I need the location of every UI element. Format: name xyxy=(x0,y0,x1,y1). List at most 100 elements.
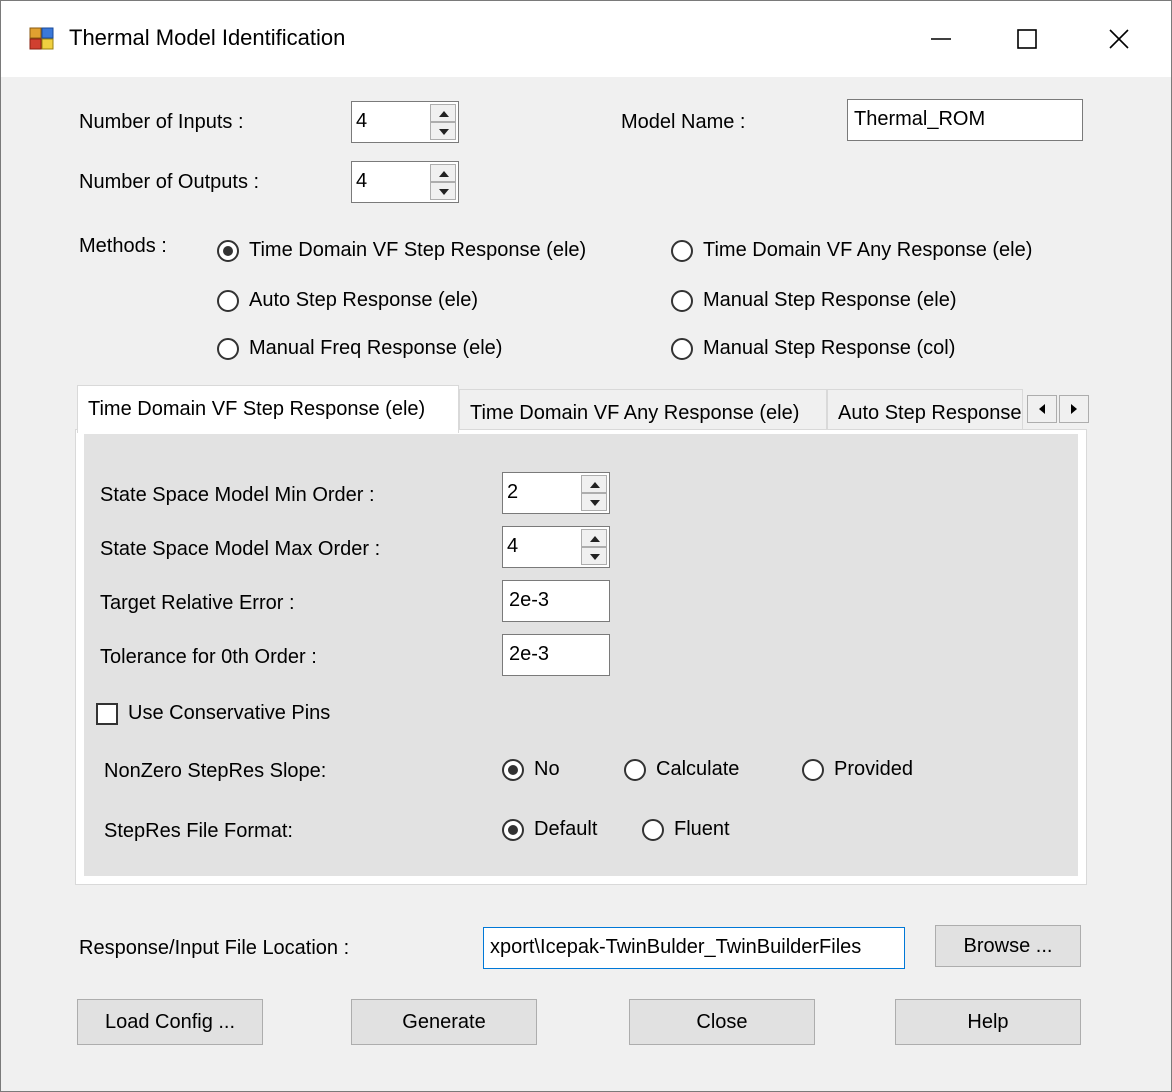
spin-up-button[interactable] xyxy=(430,104,456,122)
arrow-right-icon xyxy=(1071,404,1077,414)
num-outputs-label: Number of Outputs : xyxy=(79,171,260,193)
generate-button[interactable]: Generate xyxy=(351,999,537,1045)
tab-label: Time Domain VF Any Response (ele) xyxy=(470,402,800,424)
tab-panel: State Space Model Min Order : 2 State Sp… xyxy=(75,429,1087,885)
max-order-value: 4 xyxy=(507,535,519,557)
spin-up-button[interactable] xyxy=(581,475,607,493)
format-radio-fluent[interactable]: Fluent xyxy=(642,818,730,841)
methods-label: Methods : xyxy=(79,235,167,257)
load-config-button[interactable]: Load Config ... xyxy=(77,999,263,1045)
radio-unselected-icon xyxy=(671,337,693,360)
arrow-up-icon xyxy=(439,171,449,177)
maximize-icon xyxy=(1017,29,1037,49)
spin-down-button[interactable] xyxy=(581,547,607,565)
radio-unselected-icon xyxy=(642,818,664,841)
spin-down-button[interactable] xyxy=(581,493,607,511)
model-name-label: Model Name : xyxy=(621,111,746,133)
tolerance-label: Tolerance for 0th Order : xyxy=(100,646,317,668)
num-inputs-value: 4 xyxy=(356,110,368,132)
window-title: Thermal Model Identification xyxy=(69,25,346,50)
close-button[interactable]: Close xyxy=(629,999,815,1045)
radio-label: Manual Step Response (ele) xyxy=(703,289,957,311)
min-order-value: 2 xyxy=(507,481,519,503)
model-name-value: Thermal_ROM xyxy=(854,108,986,130)
conservative-pins-checkbox[interactable]: Use Conservative Pins xyxy=(96,702,330,725)
title-bar[interactable]: Thermal Model Identification xyxy=(1,1,1171,77)
radio-selected-icon xyxy=(217,239,239,262)
arrow-up-icon xyxy=(590,482,600,488)
app-window-icon xyxy=(29,27,55,51)
max-order-label: State Space Model Max Order : xyxy=(100,538,381,560)
target-error-label: Target Relative Error : xyxy=(100,592,295,614)
radio-label: Manual Step Response (col) xyxy=(703,337,956,359)
spin-down-button[interactable] xyxy=(430,122,456,140)
max-order-spinner[interactable]: 4 xyxy=(502,526,610,568)
radio-label: Auto Step Response (ele) xyxy=(249,289,479,311)
minimize-button[interactable] xyxy=(895,1,987,77)
radio-label: Calculate xyxy=(656,758,740,780)
num-inputs-label: Number of Inputs : xyxy=(79,111,244,133)
file-location-value: xport\Icepak-TwinBulder_TwinBuilderFiles xyxy=(490,936,862,958)
radio-label: No xyxy=(534,758,560,780)
tab-label: Time Domain VF Step Response (ele) xyxy=(88,398,426,420)
method-radio-manual-step-ele[interactable]: Manual Step Response (ele) xyxy=(671,289,956,312)
arrow-left-icon xyxy=(1039,404,1045,414)
arrow-up-icon xyxy=(590,536,600,542)
num-inputs-spinner[interactable]: 4 xyxy=(351,101,459,143)
tolerance-value: 2e-3 xyxy=(509,643,550,665)
format-label: StepRes File Format: xyxy=(104,820,293,842)
minimize-icon xyxy=(931,38,951,40)
radio-unselected-icon xyxy=(624,758,646,781)
radio-label: Default xyxy=(534,818,598,840)
arrow-down-icon xyxy=(439,189,449,195)
radio-unselected-icon xyxy=(671,239,693,262)
slope-radio-no[interactable]: No xyxy=(502,758,560,781)
target-error-input[interactable]: 2e-3 xyxy=(502,580,610,622)
file-location-label: Response/Input File Location : xyxy=(79,937,350,959)
tab-panel-content: State Space Model Min Order : 2 State Sp… xyxy=(84,434,1078,876)
radio-label: Manual Freq Response (ele) xyxy=(249,337,503,359)
tolerance-input[interactable]: 2e-3 xyxy=(502,634,610,676)
tab-scroll-left-button[interactable] xyxy=(1027,395,1057,423)
arrow-down-icon xyxy=(590,500,600,506)
slope-radio-provided[interactable]: Provided xyxy=(802,758,913,781)
tab-scroll-right-button[interactable] xyxy=(1059,395,1089,423)
checkbox-unchecked-icon xyxy=(96,702,118,725)
num-outputs-value: 4 xyxy=(356,170,368,192)
radio-label: Fluent xyxy=(674,818,730,840)
help-button[interactable]: Help xyxy=(895,999,1081,1045)
maximize-button[interactable] xyxy=(981,1,1073,77)
radio-unselected-icon xyxy=(802,758,824,781)
format-radio-default[interactable]: Default xyxy=(502,818,597,841)
min-order-spinner[interactable]: 2 xyxy=(502,472,610,514)
method-radio-time-domain-vf-any[interactable]: Time Domain VF Any Response (ele) xyxy=(671,239,1032,262)
spin-down-button[interactable] xyxy=(430,182,456,200)
method-radio-manual-step-col[interactable]: Manual Step Response (col) xyxy=(671,337,955,360)
slope-label: NonZero StepRes Slope: xyxy=(104,760,327,782)
target-error-value: 2e-3 xyxy=(509,589,550,611)
browse-button[interactable]: Browse ... xyxy=(935,925,1081,967)
method-radio-auto-step[interactable]: Auto Step Response (ele) xyxy=(217,289,478,312)
radio-unselected-icon xyxy=(671,289,693,312)
close-window-button[interactable] xyxy=(1073,1,1165,77)
slope-radio-calculate[interactable]: Calculate xyxy=(624,758,739,781)
radio-label: Time Domain VF Step Response (ele) xyxy=(249,239,587,261)
radio-selected-icon xyxy=(502,818,524,841)
tab-time-domain-vf-any[interactable]: Time Domain VF Any Response (ele) xyxy=(459,389,827,433)
arrow-up-icon xyxy=(439,111,449,117)
tab-label: Auto Step Response (ele) xyxy=(838,402,1022,424)
radio-label: Time Domain VF Any Response (ele) xyxy=(703,239,1033,261)
num-outputs-spinner[interactable]: 4 xyxy=(351,161,459,203)
conservative-pins-label: Use Conservative Pins xyxy=(128,702,331,724)
min-order-label: State Space Model Min Order : xyxy=(100,484,375,506)
method-radio-manual-freq[interactable]: Manual Freq Response (ele) xyxy=(217,337,502,360)
thermal-model-dialog: Thermal Model Identification Number of I… xyxy=(0,0,1172,1092)
method-radio-time-domain-vf-step[interactable]: Time Domain VF Step Response (ele) xyxy=(217,239,586,262)
spin-up-button[interactable] xyxy=(430,164,456,182)
model-name-input[interactable]: Thermal_ROM xyxy=(847,99,1083,141)
spin-up-button[interactable] xyxy=(581,529,607,547)
file-location-input[interactable]: xport\Icepak-TwinBulder_TwinBuilderFiles xyxy=(483,927,905,969)
tab-auto-step[interactable]: Auto Step Response (ele) xyxy=(827,389,1023,433)
radio-selected-icon xyxy=(502,758,524,781)
tab-time-domain-vf-step[interactable]: Time Domain VF Step Response (ele) xyxy=(77,385,459,433)
